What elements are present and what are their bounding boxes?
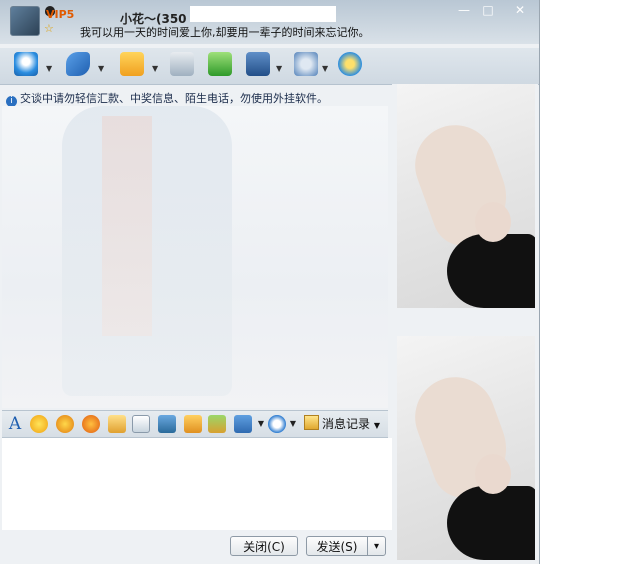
title-bar[interactable]: VIP5 ☆ 小花～(350 我可以用一天的时间爱上你,却要用一辈子的时间来忘记… bbox=[0, 0, 539, 44]
security-notice-text: 交谈中请勿轻信汇款、中奖信息、陌生电话，勿使用外挂软件。 bbox=[20, 92, 328, 105]
main-toolbar: ▼ ▼ ▼ ▼ ▼ bbox=[0, 48, 539, 85]
apps-dropdown-icon[interactable]: ▼ bbox=[322, 64, 328, 73]
voice-message-icon[interactable] bbox=[108, 415, 126, 433]
chat-window: VIP5 ☆ 小花～(350 我可以用一天的时间爱上你,却要用一辈子的时间来忘记… bbox=[0, 0, 540, 564]
shake-icon[interactable] bbox=[82, 415, 100, 433]
security-notice: i 交谈中请勿轻信汇款、中奖信息、陌生电话，勿使用外挂软件。 bbox=[6, 90, 328, 107]
maximize-button[interactable]: □ bbox=[476, 2, 500, 18]
profile-show-panel bbox=[392, 84, 538, 564]
emoticon-icon[interactable] bbox=[30, 415, 48, 433]
magic-emoticon-icon[interactable] bbox=[56, 415, 74, 433]
qzone-icon[interactable] bbox=[338, 52, 362, 76]
figure-hair bbox=[447, 234, 535, 308]
format-toolbar: A ▼ ▼ 消息记录 ▼ bbox=[2, 410, 388, 438]
minimize-button[interactable]: — bbox=[452, 2, 476, 18]
music-icon[interactable] bbox=[234, 415, 252, 433]
send-button[interactable]: 发送(S) bbox=[306, 536, 368, 556]
send-file-icon[interactable] bbox=[120, 52, 144, 76]
figure-face bbox=[475, 202, 511, 242]
close-chat-button[interactable]: 关闭(C) bbox=[230, 536, 298, 556]
background-scarf bbox=[102, 116, 152, 336]
contact-signature: 我可以用一天的时间爱上你,却要用一辈子的时间来忘记你。 bbox=[80, 26, 370, 39]
status-icons: ☆ bbox=[44, 22, 54, 35]
message-history-area[interactable] bbox=[2, 106, 388, 408]
send-sms-icon[interactable] bbox=[170, 52, 194, 76]
remote-assist-icon[interactable] bbox=[246, 52, 270, 76]
history-icon bbox=[304, 415, 319, 430]
message-input[interactable] bbox=[2, 438, 392, 534]
history-dropdown-icon[interactable]: ▼ bbox=[374, 421, 380, 430]
figure-hair bbox=[447, 486, 535, 560]
screenshot-icon[interactable] bbox=[158, 415, 176, 433]
bottom-button-bar: 关闭(C) 发送(S) ▾ bbox=[0, 530, 392, 564]
font-icon[interactable]: A bbox=[6, 415, 24, 433]
message-history-label: 消息记录 bbox=[322, 417, 371, 431]
message-history-button[interactable]: 消息记录 ▼ bbox=[304, 415, 380, 432]
apps-icon[interactable] bbox=[294, 52, 318, 76]
send-image-icon[interactable] bbox=[184, 415, 202, 433]
contact-show-image-top bbox=[397, 84, 535, 308]
vip-badge[interactable]: VIP5 bbox=[46, 8, 74, 21]
figure-face bbox=[475, 454, 511, 494]
send-file-dropdown-icon[interactable]: ▼ bbox=[152, 64, 158, 73]
voice-call-dropdown-icon[interactable]: ▼ bbox=[98, 64, 104, 73]
gift-icon[interactable] bbox=[208, 415, 226, 433]
handwriting-icon[interactable] bbox=[132, 415, 150, 433]
pay-dropdown-icon[interactable]: ▼ bbox=[284, 415, 302, 433]
send-options-dropdown[interactable]: ▾ bbox=[367, 536, 386, 556]
contact-show-image-bottom bbox=[397, 336, 535, 560]
contact-avatar[interactable] bbox=[10, 6, 40, 36]
video-call-dropdown-icon[interactable]: ▼ bbox=[46, 64, 52, 73]
add-contact-icon[interactable] bbox=[208, 52, 232, 76]
redacted-name-area bbox=[190, 6, 336, 22]
remote-assist-dropdown-icon[interactable]: ▼ bbox=[276, 64, 282, 73]
voice-call-icon[interactable] bbox=[66, 52, 90, 76]
close-window-button[interactable]: ✕ bbox=[508, 2, 532, 18]
video-call-icon[interactable] bbox=[14, 52, 38, 76]
